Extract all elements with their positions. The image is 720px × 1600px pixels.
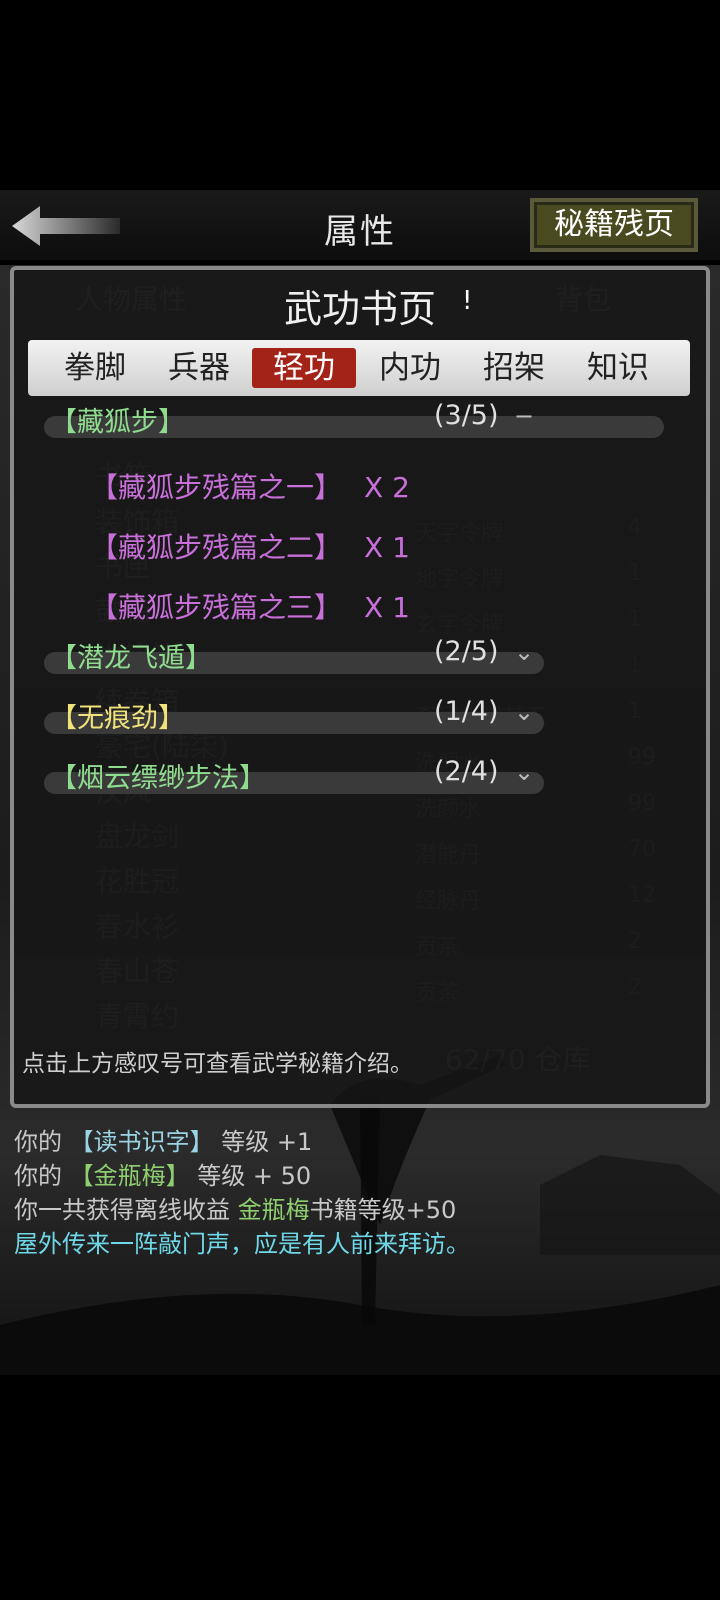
chevron-down-icon[interactable]: ⌄ [514, 758, 534, 786]
fragment-item: 【藏狐步残篇之一】 X 2 [90, 466, 410, 506]
log-book-name: 金瓶梅 [237, 1196, 310, 1224]
log-text: 书籍等级+50 [309, 1196, 457, 1224]
tab-weapon[interactable]: 兵器 [144, 348, 254, 388]
chevron-down-icon[interactable]: ⌄ [514, 638, 534, 666]
skill-progress: (3/5) [434, 400, 499, 431]
tab-knowledge[interactable]: 知识 [563, 348, 673, 388]
collapse-icon[interactable]: − [514, 402, 534, 430]
fragment-name: 【藏狐步残篇之二】 [90, 531, 343, 564]
skill-progress: (1/4) [434, 696, 499, 727]
log-skill-name: 【读书识字】 [69, 1128, 214, 1156]
fragment-item: 【藏狐步残篇之三】 X 1 [90, 586, 410, 626]
log-text: 等级 +1 [213, 1128, 313, 1156]
fragment-count: X 1 [364, 591, 410, 624]
log-line: 你的 【金瓶梅】 等级 + 50 [14, 1156, 311, 1191]
skill-progress: (2/4) [434, 756, 499, 787]
secret-pages-button[interactable]: 秘籍残页 [530, 198, 698, 252]
log-text: 你的 [14, 1128, 70, 1156]
log-line: 屋外传来一阵敲门声，应是有人前来拜访。 [14, 1230, 470, 1258]
tab-fist[interactable]: 拳脚 [40, 348, 150, 388]
chevron-down-icon[interactable]: ⌄ [514, 698, 534, 726]
fragment-name: 【藏狐步残篇之一】 [90, 471, 343, 504]
top-bar: 属性 秘籍残页 [0, 190, 720, 260]
martial-book-dialog: 武功书页 ! 拳脚 兵器 轻功 内功 招架 知识 【藏狐步】 (3/5) − 【… [10, 266, 710, 1108]
fragment-name: 【藏狐步残篇之三】 [90, 591, 343, 624]
skill-progress: (2/5) [434, 636, 499, 667]
log-text: 等级 + 50 [189, 1162, 312, 1190]
log-line: 你一共获得离线收益 金瓶梅书籍等级+50 [14, 1190, 456, 1225]
skill-name: 【潜龙飞遁】 [50, 643, 212, 674]
log-book-name: 【金瓶梅】 [69, 1162, 190, 1190]
log-line: 你的 【读书识字】 等级 +1 [14, 1122, 312, 1157]
skill-name: 【无痕劲】 [50, 703, 185, 734]
skill-name: 【烟云缥缈步法】 [50, 763, 266, 794]
tab-lightness[interactable]: 轻功 [252, 348, 356, 388]
log-text: 你的 [14, 1162, 70, 1190]
fragment-count: X 1 [364, 531, 410, 564]
fragment-item: 【藏狐步残篇之二】 X 1 [90, 526, 410, 566]
category-tabs: 拳脚 兵器 轻功 内功 招架 知识 [28, 340, 690, 396]
skill-name: 【藏狐步】 [50, 407, 185, 438]
tab-inner[interactable]: 内功 [355, 348, 465, 388]
fragment-count: X 2 [364, 471, 410, 504]
log-text: 你一共获得离线收益 [14, 1196, 238, 1224]
dialog-title: 武功书页 [283, 287, 436, 331]
tab-parry[interactable]: 招架 [459, 348, 569, 388]
hint-text: 点击上方感叹号可查看武学秘籍介绍。 [22, 1051, 413, 1077]
info-exclamation-icon[interactable]: ! [462, 286, 472, 316]
